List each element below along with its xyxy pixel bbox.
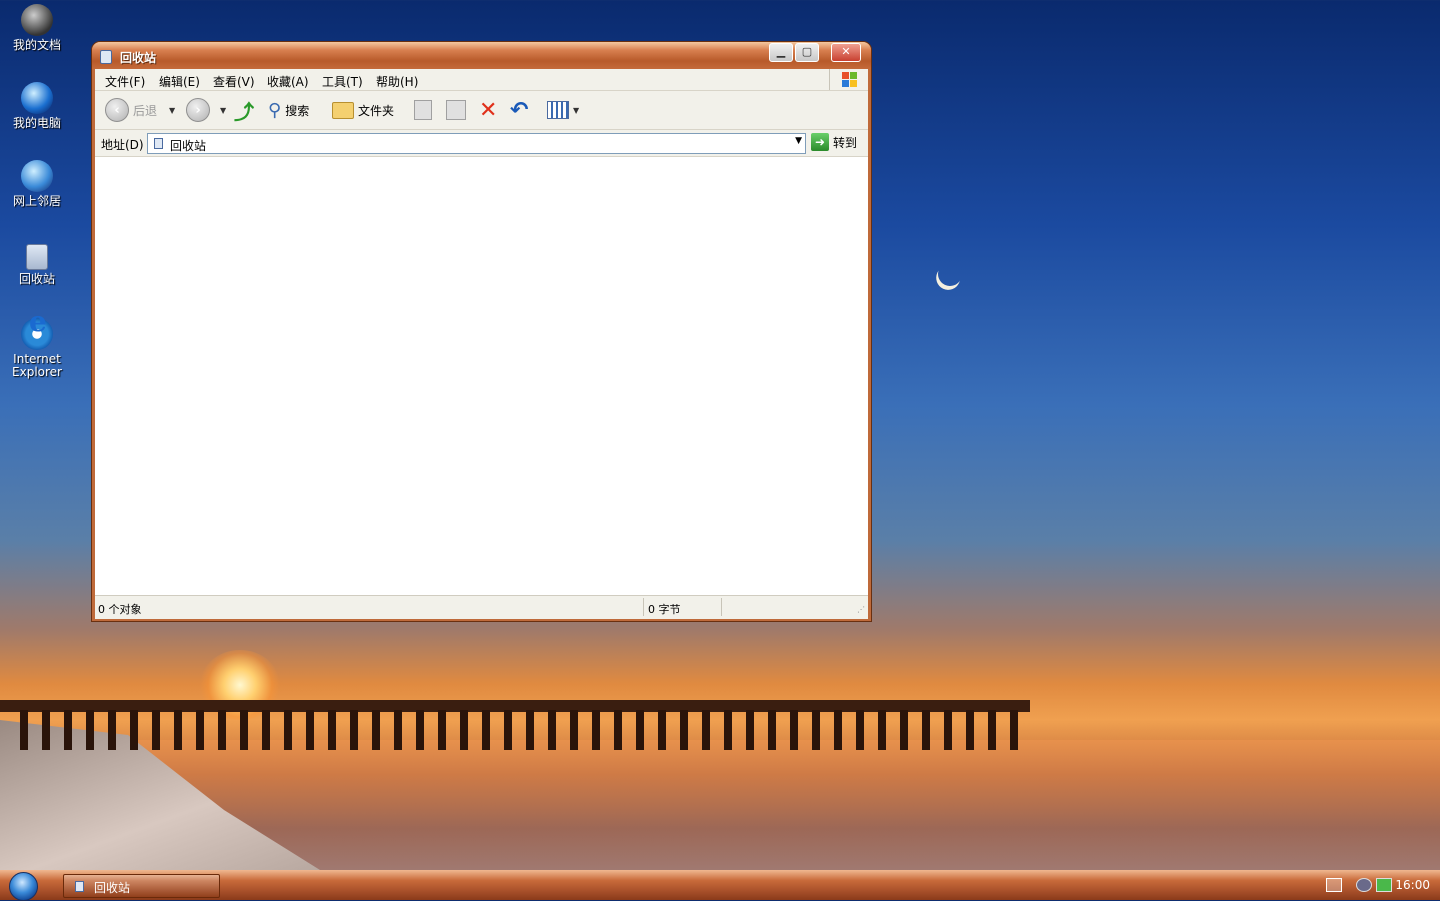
window-titlebar[interactable]: 回收站 ▁ ▢ ✕ <box>92 42 871 69</box>
start-button[interactable] <box>9 872 38 901</box>
network-status-icon[interactable] <box>1376 878 1392 892</box>
menu-tools[interactable]: 工具(T) <box>322 73 363 90</box>
go-label: 转到 <box>833 135 858 150</box>
desktop-icon-label: Internet Explorer <box>12 352 62 379</box>
file-list-area[interactable] <box>95 157 868 595</box>
desktop-icon-label: 回收站 <box>18 272 55 286</box>
close-button[interactable]: ✕ <box>831 43 861 62</box>
address-input[interactable]: 回收站 ▼ <box>147 133 806 154</box>
network-places-icon <box>21 160 53 192</box>
views-icon <box>547 101 569 119</box>
delete-button[interactable]: ✕ <box>479 97 497 123</box>
keyboard-icon[interactable] <box>1326 878 1342 892</box>
desktop-icon-my-documents[interactable]: 我的文档 <box>6 4 68 52</box>
recycle-bin-small-icon <box>75 881 84 892</box>
menu-file[interactable]: 文件(F) <box>105 73 145 90</box>
undo-button[interactable]: ↶ <box>510 97 528 123</box>
taskbar-button-recycle-bin[interactable]: 回收站 <box>63 874 220 898</box>
folders-label: 文件夹 <box>358 103 395 118</box>
recycle-bin-small-icon <box>100 50 112 64</box>
maximize-button[interactable]: ▢ <box>795 43 819 62</box>
back-button[interactable]: ‹ 后退 ▼ <box>105 97 175 123</box>
recycle-bin-icon <box>26 244 48 270</box>
folder-icon <box>332 101 354 119</box>
clock[interactable]: 16:00 <box>1395 878 1430 892</box>
recycle-bin-small-icon <box>154 138 163 149</box>
recycle-bin-window: 回收站 ▁ ▢ ✕ 文件(F) 编辑(E) 查看(V) 收藏(A) 工具(T) … <box>92 42 871 621</box>
undo-icon: ↶ <box>510 97 529 123</box>
views-dropdown-icon: ▼ <box>573 105 580 115</box>
up-arrow-icon: ⤴ <box>234 99 254 124</box>
status-divider <box>643 598 644 616</box>
desktop-icon-label: 网上邻居 <box>12 194 61 208</box>
delete-x-icon: ✕ <box>479 97 498 123</box>
windows-logo-icon <box>829 69 868 90</box>
taskbar-button-label: 回收站 <box>94 881 131 895</box>
go-arrow-icon: ➜ <box>811 133 829 151</box>
forward-arrow-icon: › <box>186 98 210 122</box>
back-dropdown-icon[interactable]: ▼ <box>169 106 175 115</box>
desktop-icon-my-computer[interactable]: 我的电脑 <box>6 82 68 130</box>
desktop-icon-network[interactable]: 网上邻居 <box>6 160 68 208</box>
window-title: 回收站 <box>120 51 157 65</box>
menu-bar: 文件(F) 编辑(E) 查看(V) 收藏(A) 工具(T) 帮助(H) <box>95 69 868 91</box>
search-label: 搜索 <box>285 103 310 118</box>
forward-dropdown-icon[interactable]: ▼ <box>220 106 226 115</box>
copy-to-button[interactable] <box>446 97 466 123</box>
desktop-icon-recycle-bin[interactable]: 回收站 <box>6 236 68 286</box>
minimize-button[interactable]: ▁ <box>769 43 793 62</box>
standard-toolbar: ‹ 后退 ▼ › ▼ ⤴ ⚲ 搜索 文件夹 ✕ ↶ ▼ <box>95 91 868 130</box>
move-to-button[interactable] <box>414 97 432 123</box>
address-bar: 地址(D) 回收站 ▼ ➜ 转到 <box>95 130 868 157</box>
up-folder-button[interactable]: ⤴ <box>234 97 254 124</box>
go-button[interactable]: ➜ 转到 <box>811 133 857 151</box>
status-bar: 0 个对象 0 字节 ⋰ <box>95 595 868 619</box>
forward-button[interactable]: › ▼ <box>186 97 226 123</box>
wallpaper-moon <box>935 259 966 290</box>
address-label: 地址(D) <box>101 138 144 152</box>
resize-grip-icon[interactable]: ⋰ <box>857 605 865 614</box>
status-size: 0 字节 <box>648 603 681 616</box>
move-to-icon <box>414 100 432 120</box>
search-icon: ⚲ <box>268 99 282 121</box>
menu-favorites[interactable]: 收藏(A) <box>267 73 309 90</box>
status-divider <box>721 598 722 616</box>
desktop-icon-label: 我的文档 <box>12 38 61 52</box>
menu-view[interactable]: 查看(V) <box>213 73 255 90</box>
views-button[interactable]: ▼ <box>547 97 579 123</box>
menu-edit[interactable]: 编辑(E) <box>159 73 200 90</box>
address-value: 回收站 <box>170 139 207 153</box>
search-button[interactable]: ⚲ 搜索 <box>268 97 309 123</box>
menu-help[interactable]: 帮助(H) <box>376 73 418 90</box>
desktop-icon-internet-explorer[interactable]: Internet Explorer <box>6 315 68 379</box>
internet-explorer-icon <box>21 315 53 350</box>
window-client-area: 文件(F) 编辑(E) 查看(V) 收藏(A) 工具(T) 帮助(H) ‹ 后退… <box>95 69 868 619</box>
folders-button[interactable]: 文件夹 <box>332 97 394 123</box>
status-object-count: 0 个对象 <box>98 603 142 616</box>
copy-to-icon <box>446 100 466 120</box>
desktop-icon-label: 我的电脑 <box>12 116 61 130</box>
taskbar: 回收站 16:00 <box>0 870 1440 901</box>
back-arrow-icon: ‹ <box>105 98 129 122</box>
back-label: 后退 <box>133 103 158 118</box>
wallpaper-pier-legs <box>20 710 1020 750</box>
my-computer-icon <box>21 82 53 114</box>
my-documents-icon <box>21 4 53 36</box>
security-icon[interactable] <box>1356 878 1372 892</box>
address-dropdown-icon[interactable]: ▼ <box>795 136 802 146</box>
